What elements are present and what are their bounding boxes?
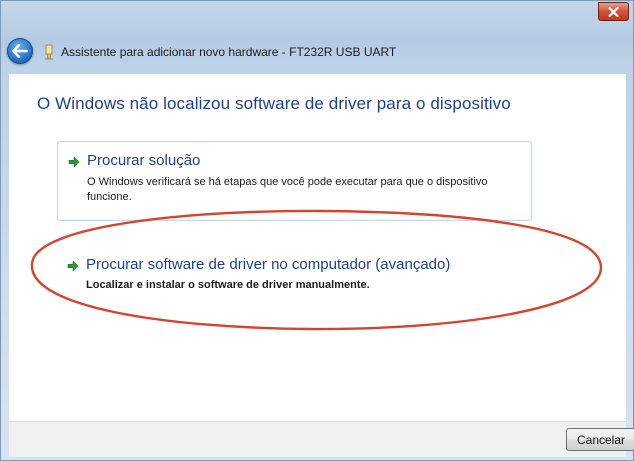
option-search-solution[interactable]: Procurar solução O Windows verificará se… — [57, 141, 532, 221]
option-description: Localizar e instalar o software de drive… — [86, 279, 370, 291]
green-arrow-icon — [67, 260, 79, 272]
footer-bar: Cancelar — [9, 421, 634, 457]
option-description: O Windows verificará se há etapas que vo… — [87, 176, 488, 203]
back-arrow-icon — [12, 44, 28, 58]
option-title: Procurar solução — [87, 152, 201, 169]
hardware-wizard-icon — [41, 43, 57, 61]
cancel-button[interactable]: Cancelar — [566, 428, 634, 451]
green-arrow-icon — [68, 156, 80, 168]
window-title: Assistente para adicionar novo hardware … — [61, 45, 397, 59]
option-title: Procurar software de driver no computado… — [86, 256, 451, 273]
close-button[interactable] — [598, 2, 629, 21]
option-browse-driver[interactable]: Procurar software de driver no computado… — [57, 246, 532, 308]
page-heading: O Windows não localizou software de driv… — [37, 94, 511, 113]
close-icon — [608, 6, 619, 17]
title-bar: Assistente para adicionar novo hardware … — [1, 1, 634, 64]
wizard-window: Assistente para adicionar novo hardware … — [0, 0, 634, 461]
back-button[interactable] — [7, 38, 33, 64]
content-area: O Windows não localizou software de driv… — [9, 73, 626, 422]
